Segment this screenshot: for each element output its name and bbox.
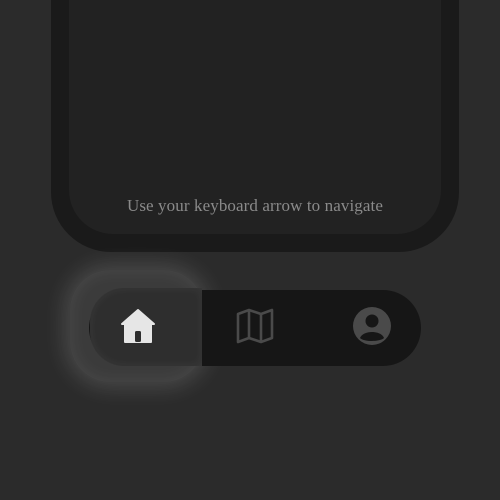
user-circle-icon: [353, 307, 391, 345]
phone-screen: Use your keyboard arrow to navigate: [69, 0, 441, 234]
phone-frame: Use your keyboard arrow to navigate: [51, 0, 459, 252]
nav-map-button[interactable]: [235, 306, 275, 346]
nav-profile-button[interactable]: [352, 306, 392, 346]
map-icon: [236, 308, 274, 344]
home-icon: [121, 309, 155, 343]
nav-home-button[interactable]: [118, 306, 158, 346]
navigation-hint: Use your keyboard arrow to navigate: [126, 196, 384, 215]
